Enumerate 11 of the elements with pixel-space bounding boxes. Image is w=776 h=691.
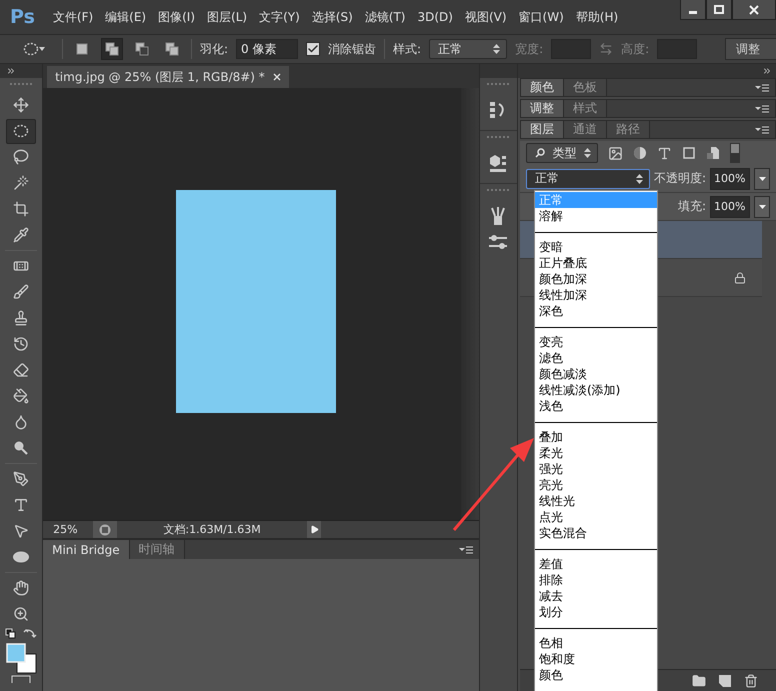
style-label: 样式:: [393, 40, 422, 58]
width-label: 宽度:: [515, 40, 544, 58]
feather-label: 羽化:: [200, 40, 228, 58]
anti-alias-label: 消除锯齿: [328, 40, 376, 58]
document-title: timg.jpg @ 25% (图层 1, RGB/8#) *: [55, 68, 265, 86]
filter-label: 类型: [552, 144, 576, 162]
height-label: 高度:: [621, 40, 650, 58]
opacity-label: 不透明度:: [654, 170, 706, 187]
document-size: 文档:1.63M/1.63M: [162, 522, 262, 537]
fill-label: 填充:: [678, 198, 706, 215]
app-logo: Ps: [10, 6, 35, 28]
